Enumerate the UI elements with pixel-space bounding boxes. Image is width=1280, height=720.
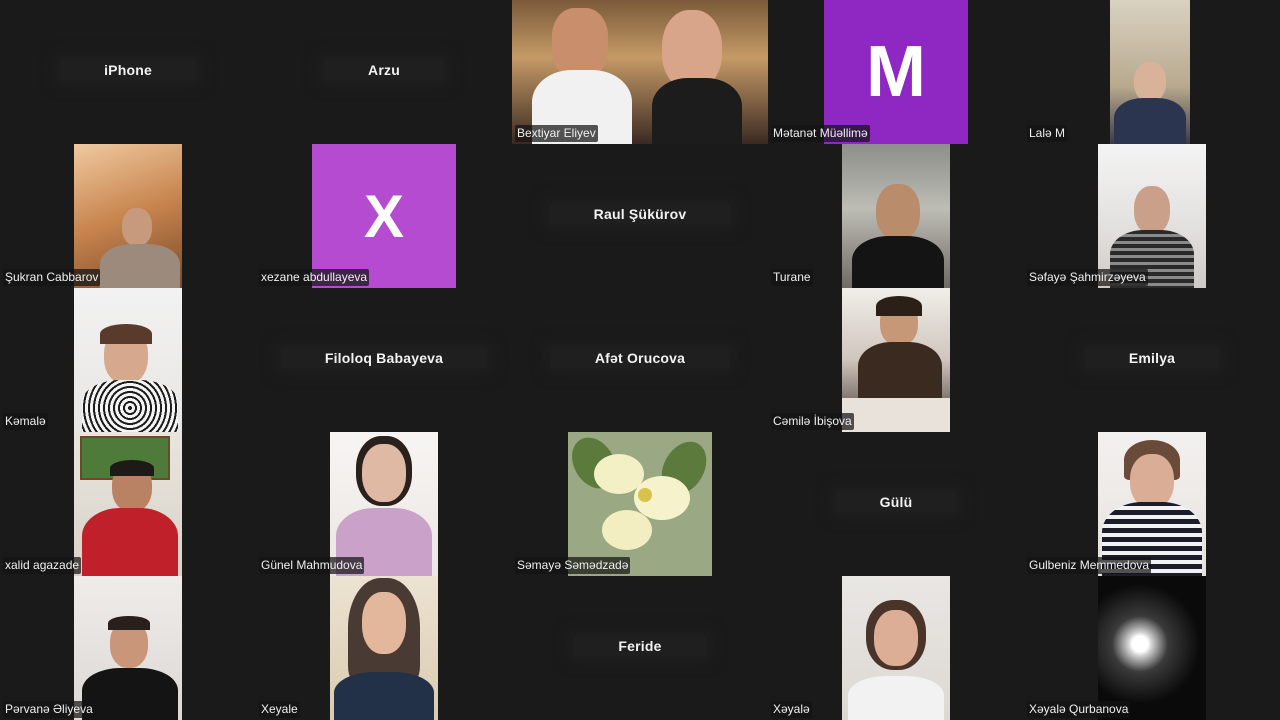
avatar: X bbox=[312, 144, 456, 288]
participant-tile[interactable]: xalid agazade bbox=[0, 432, 256, 576]
video-feed bbox=[1098, 144, 1206, 288]
participant-tile[interactable]: Gulbeniz Memmedova bbox=[1024, 432, 1280, 576]
participant-name: Afət Orucova bbox=[512, 348, 768, 368]
video-feed bbox=[568, 432, 712, 576]
participant-name-label: Kəmalə bbox=[3, 413, 48, 430]
participant-name: Raul Şükürov bbox=[512, 204, 768, 224]
participant-name-label: xalid agazade bbox=[3, 557, 82, 574]
participant-tile[interactable]: Arzu bbox=[256, 0, 512, 144]
participant-name: Emilya bbox=[1024, 348, 1280, 368]
participant-name: Arzu bbox=[256, 60, 512, 80]
participant-name-label: Şukran Cabbarov bbox=[3, 269, 101, 286]
participant-tile[interactable]: Kəmalə bbox=[0, 288, 256, 432]
participant-tile[interactable]: Səfayə Şahmirzəyeva bbox=[1024, 144, 1280, 288]
participant-name-label: xezane abdullayeva bbox=[259, 269, 370, 286]
participant-tile[interactable]: Afət Orucova bbox=[512, 288, 768, 432]
participant-name-label: Səmayə Səmədzadə bbox=[515, 557, 631, 574]
participant-tile[interactable]: Xəyalə bbox=[768, 576, 1024, 720]
participant-tile[interactable]: Cəmilə İbişova bbox=[768, 288, 1024, 432]
video-feed bbox=[74, 576, 182, 720]
participant-name-label: Xəyalə Qurbanova bbox=[1027, 701, 1131, 718]
video-feed bbox=[512, 0, 768, 144]
participant-tile[interactable]: Lalə M bbox=[1024, 0, 1280, 144]
participant-tile[interactable]: Xəyalə Qurbanova bbox=[1024, 576, 1280, 720]
participant-name-label: Turane bbox=[771, 269, 813, 286]
participant-tile[interactable]: Gülü bbox=[768, 432, 1024, 576]
participant-name: Feride bbox=[512, 636, 768, 656]
video-feed bbox=[74, 432, 182, 576]
participant-tile[interactable]: Feride bbox=[512, 576, 768, 720]
participant-name-label: Günel Mahmudova bbox=[259, 557, 365, 574]
participant-name-label: Xəyalə bbox=[771, 701, 812, 718]
participant-tile[interactable]: Günel Mahmudova bbox=[256, 432, 512, 576]
participant-tile[interactable]: Səmayə Səmədzadə bbox=[512, 432, 768, 576]
avatar: M bbox=[824, 0, 968, 144]
participant-tile[interactable]: Xeyale bbox=[256, 576, 512, 720]
participant-tile[interactable]: M Mətanət Müəllimə bbox=[768, 0, 1024, 144]
participant-name-label: Mətanət Müəllimə bbox=[771, 125, 870, 142]
participant-name: iPhone bbox=[0, 60, 256, 80]
participant-name-label: Xeyale bbox=[259, 701, 300, 718]
video-feed bbox=[330, 576, 438, 720]
participant-tile[interactable]: Pərvanə Əliyeva bbox=[0, 576, 256, 720]
video-feed bbox=[330, 432, 438, 576]
video-feed bbox=[1098, 432, 1206, 576]
video-feed bbox=[842, 288, 950, 432]
participant-tile[interactable]: Turane bbox=[768, 144, 1024, 288]
video-feed bbox=[1110, 0, 1190, 144]
participant-name: Gülü bbox=[768, 492, 1024, 512]
video-feed bbox=[74, 288, 182, 432]
participant-name-label: Bextiyar Eliyev bbox=[515, 125, 598, 142]
participant-tile[interactable]: Raul Şükürov bbox=[512, 144, 768, 288]
gallery-view: iPhone Arzu Bextiyar Eliyev M Mətanət Mü… bbox=[0, 0, 1280, 720]
participant-name: Filoloq Babayeva bbox=[256, 348, 512, 368]
participant-name-label: Gulbeniz Memmedova bbox=[1027, 557, 1152, 574]
participant-tile[interactable]: Filoloq Babayeva bbox=[256, 288, 512, 432]
participant-tile[interactable]: Emilya bbox=[1024, 288, 1280, 432]
participant-name-label: Səfayə Şahmirzəyeva bbox=[1027, 269, 1148, 286]
participant-tile[interactable]: iPhone bbox=[0, 0, 256, 144]
video-feed bbox=[74, 144, 182, 288]
participant-tile[interactable]: Bextiyar Eliyev bbox=[512, 0, 768, 144]
participant-name-label: Lalə M bbox=[1027, 125, 1068, 142]
participant-tile[interactable]: Şukran Cabbarov bbox=[0, 144, 256, 288]
video-feed bbox=[842, 144, 950, 288]
participant-name-label: Cəmilə İbişova bbox=[771, 413, 854, 430]
participant-tile[interactable]: X xezane abdullayeva bbox=[256, 144, 512, 288]
video-feed bbox=[842, 576, 950, 720]
video-feed bbox=[1098, 576, 1206, 720]
participant-name-label: Pərvanə Əliyeva bbox=[3, 701, 95, 718]
